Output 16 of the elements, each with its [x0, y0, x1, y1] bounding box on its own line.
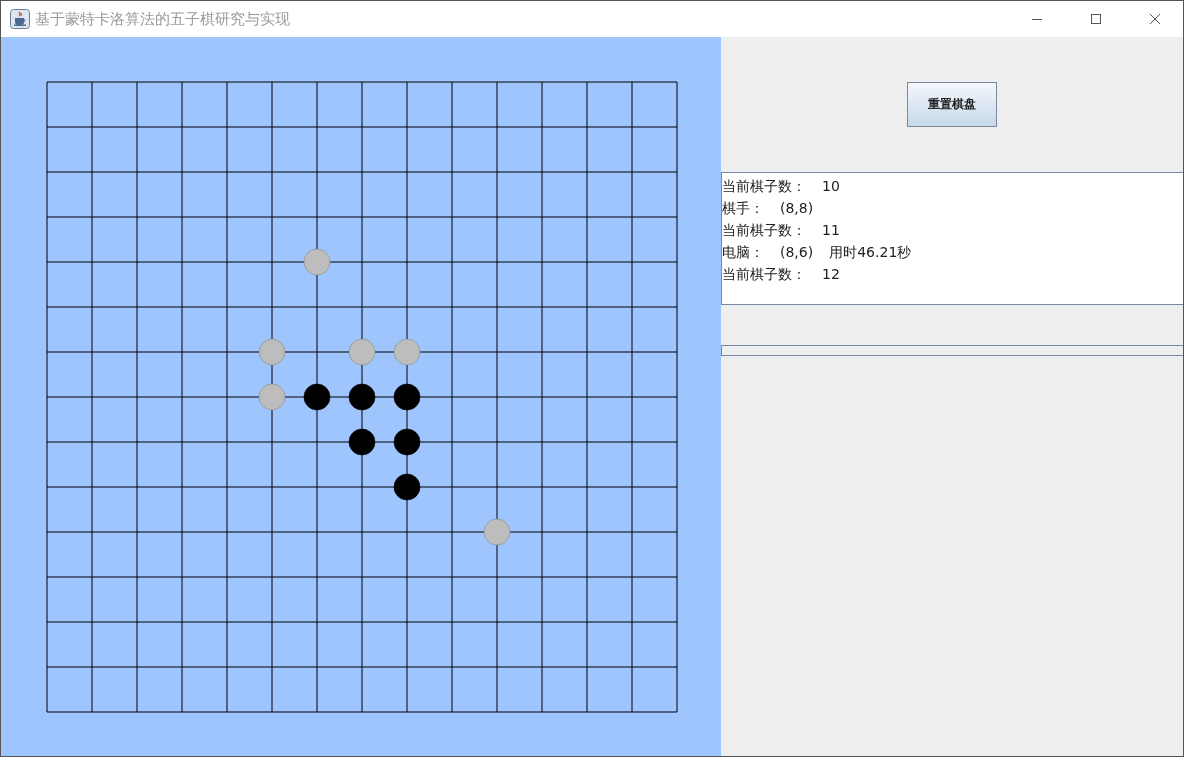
cup-icon	[10, 9, 30, 29]
log-text: 12	[822, 266, 840, 282]
maximize-icon[interactable]	[1090, 13, 1102, 25]
close-icon[interactable]	[1149, 13, 1161, 25]
log-text: 当前棋子数：	[722, 222, 806, 238]
window-title: 基于蒙特卡洛算法的五子棋研究与实现	[35, 9, 290, 29]
log-text: (8,6)	[780, 244, 814, 260]
reset-board-button[interactable]: 重置棋盘	[907, 82, 997, 127]
log-text: 用时46.21秒	[829, 244, 912, 260]
log-text: 棋手：	[722, 200, 764, 216]
log-text: (8,8)	[780, 200, 814, 216]
log-text: 电脑：	[722, 244, 764, 260]
log-text: 当前棋子数：	[722, 266, 806, 282]
log-text: 11	[822, 222, 840, 238]
log-text: 10	[822, 178, 840, 194]
log-text: 当前棋子数：	[722, 178, 806, 194]
